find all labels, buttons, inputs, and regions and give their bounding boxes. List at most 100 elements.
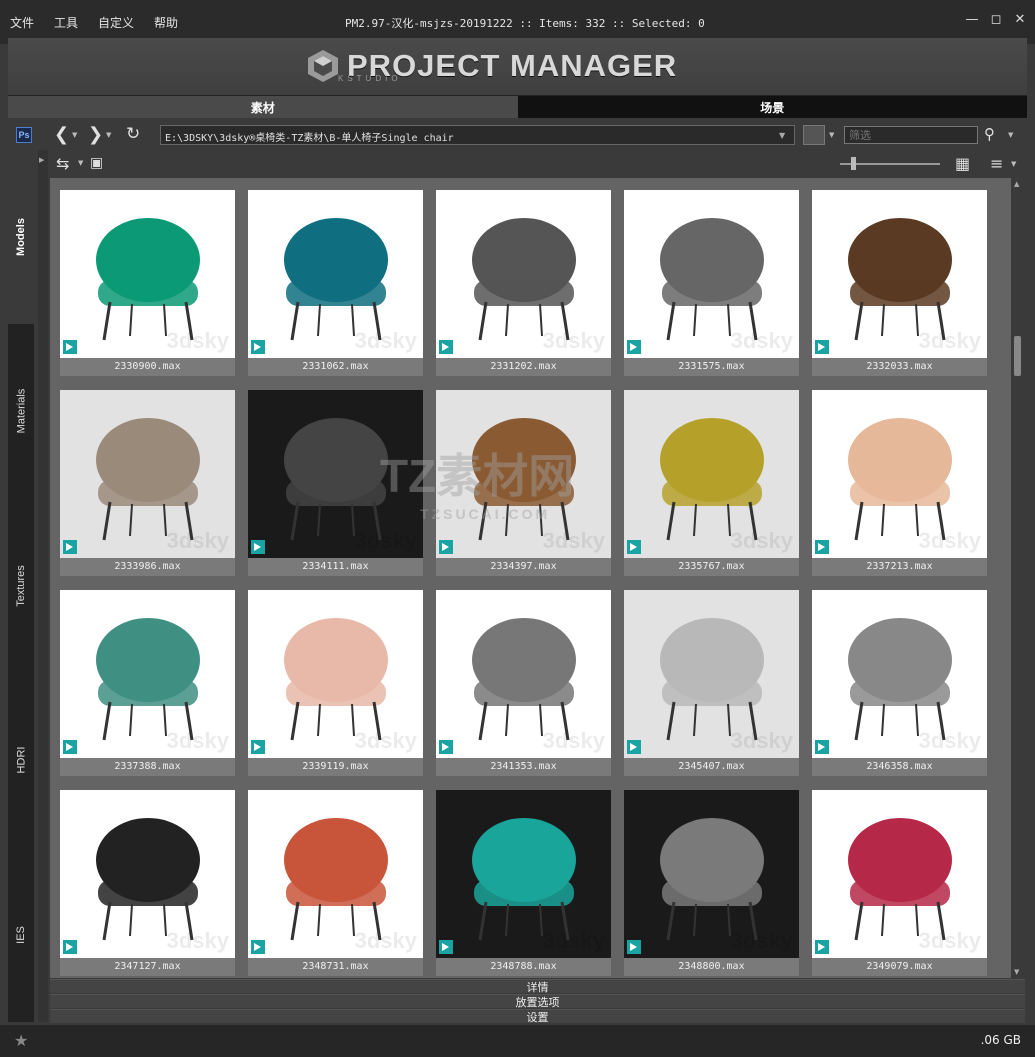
asset-card[interactable]: 3dsky 2341353.max [436,590,611,776]
tab-assets[interactable]: 素材 [8,96,518,118]
menu-help[interactable]: 帮助 [154,14,178,31]
asset-thumbnail[interactable]: 3dsky [436,790,611,958]
box-icon[interactable]: ▣ [90,155,103,171]
thumbnail-watermark: 3dsky [166,928,229,953]
sort-icon[interactable]: ≡ [990,154,1003,173]
asset-thumbnail[interactable]: 3dsky [812,590,987,758]
asset-thumbnail[interactable]: 3dsky [624,390,799,558]
asset-thumbnail[interactable]: 3dsky [60,590,235,758]
asset-card[interactable]: 3dsky 2346358.max [812,590,987,776]
asset-thumbnail[interactable]: 3dsky [248,790,423,958]
asset-card[interactable]: 3dsky 2348788.max [436,790,611,976]
minimize-icon[interactable]: — [965,12,979,27]
filter-options-icon[interactable] [803,125,825,145]
scroll-up-icon[interactable]: ▲ [1014,180,1019,188]
asset-thumbnail[interactable]: 3dsky [624,590,799,758]
asset-thumbnail[interactable]: 3dsky [436,590,611,758]
sidebar-item-textures[interactable]: Textures [8,498,34,673]
panel-details[interactable]: 详情 [50,979,1025,994]
scroll-down-icon[interactable]: ▼ [1014,968,1019,976]
asset-thumbnail[interactable]: 3dsky [60,790,235,958]
asset-card[interactable]: 3dsky 2334397.max [436,390,611,576]
thumbnail-watermark: 3dsky [354,928,417,953]
scrollbar-thumb[interactable] [1014,336,1021,376]
asset-card[interactable]: 3dsky 2339119.max [248,590,423,776]
search-icon[interactable]: ⚲ [984,125,995,143]
asset-thumbnail[interactable]: 3dsky [812,390,987,558]
path-input[interactable]: E:\3DSKY\3dsky®桌椅类-TZ素材\B-单人椅子Single cha… [160,125,795,145]
thumb-size-slider-handle[interactable] [851,157,856,170]
panel-placement-options[interactable]: 放置选项 [50,994,1025,1009]
menu-file[interactable]: 文件 [10,14,34,31]
sort-dropdown-icon[interactable]: ▼ [1011,160,1016,168]
asset-card[interactable]: 3dsky 2348731.max [248,790,423,976]
sidebar-item-hdri[interactable]: HDRI [8,675,34,845]
asset-card[interactable]: 3dsky 2331575.max [624,190,799,376]
sidebar-item-materials[interactable]: Materials [8,326,34,496]
forward-dropdown-icon[interactable]: ▼ [106,131,111,139]
sync-dropdown-icon[interactable]: ▼ [78,159,83,167]
asset-card[interactable]: 3dsky 2333986.max [60,390,235,576]
asset-thumbnail[interactable]: 3dsky [248,590,423,758]
sidebar-item-models[interactable]: Models [8,150,34,324]
max-file-icon [63,940,77,954]
filter-dropdown-icon[interactable]: ▼ [829,131,834,139]
sidebar-item-ies[interactable]: IES [8,847,34,1022]
asset-card[interactable]: 3dsky 2337388.max [60,590,235,776]
menu-tools[interactable]: 工具 [54,14,78,31]
asset-filename: 2331062.max [302,361,369,372]
close-icon[interactable]: ✕ [1013,12,1027,27]
asset-filename: 2346358.max [866,761,933,772]
asset-card[interactable]: 3dsky 2345407.max [624,590,799,776]
asset-thumbnail[interactable]: 3dsky [248,190,423,358]
thumbnail-watermark: 3dsky [730,728,793,753]
max-file-icon [251,340,265,354]
asset-thumbnail[interactable]: 3dsky [812,190,987,358]
max-file-icon [63,740,77,754]
asset-filename: 2345407.max [678,761,745,772]
asset-filename: 2348800.max [678,961,745,972]
asset-card[interactable]: 3dsky 2334111.max [248,390,423,576]
vertical-scrollbar[interactable]: ▲ ▼ [1011,178,1025,978]
asset-thumbnail[interactable]: 3dsky [812,790,987,958]
asset-thumbnail[interactable]: 3dsky [436,190,611,358]
asset-filename: 2334111.max [302,561,369,572]
refresh-icon[interactable]: ↻ [126,124,140,144]
status-bar: ★ .06 GB [0,1025,1035,1057]
address-bar: Ps ❮ ▼ ❯ ▼ ↻ E:\3DSKY\3dsky®桌椅类-TZ素材\B-单… [8,120,1027,150]
asset-card[interactable]: 3dsky 2332033.max [812,190,987,376]
asset-filename: 2331202.max [490,361,557,372]
maximize-icon[interactable]: ◻ [989,12,1003,27]
filter-input[interactable] [844,126,978,144]
asset-card[interactable]: 3dsky 2337213.max [812,390,987,576]
forward-icon[interactable]: ❯ [88,124,103,145]
asset-card[interactable]: 3dsky 2335767.max [624,390,799,576]
thumbnail-watermark: 3dsky [166,528,229,553]
path-dropdown-icon[interactable]: ▼ [779,131,785,140]
asset-thumbnail[interactable]: 3dsky [624,190,799,358]
favorite-star-icon[interactable]: ★ [14,1031,28,1050]
asset-card[interactable]: 3dsky 2348800.max [624,790,799,976]
asset-thumbnail[interactable]: 3dsky [248,390,423,558]
asset-card[interactable]: 3dsky 2349079.max [812,790,987,976]
tab-scenes[interactable]: 场景 [517,96,1027,118]
asset-card[interactable]: 3dsky 2331202.max [436,190,611,376]
grid-view-icon[interactable]: ▦ [955,154,970,173]
menu-customize[interactable]: 自定义 [98,14,134,31]
sidebar-splitter[interactable]: ▶ [38,150,48,1022]
asset-card[interactable]: 3dsky 2331062.max [248,190,423,376]
asset-card[interactable]: 3dsky 2347127.max [60,790,235,976]
photoshop-icon[interactable]: Ps [16,127,32,143]
panel-settings[interactable]: 设置 [50,1009,1025,1024]
back-dropdown-icon[interactable]: ▼ [72,131,77,139]
asset-thumbnail[interactable]: 3dsky [60,190,235,358]
asset-thumbnail[interactable]: 3dsky [436,390,611,558]
back-icon[interactable]: ❮ [54,124,69,145]
sync-icon[interactable]: ⇆ [56,154,69,173]
asset-card[interactable]: 3dsky 2330900.max [60,190,235,376]
asset-thumbnail[interactable]: 3dsky [624,790,799,958]
expand-arrow-icon[interactable]: ▶ [39,156,44,164]
asset-thumbnail[interactable]: 3dsky [60,390,235,558]
search-dropdown-icon[interactable]: ▼ [1008,131,1013,139]
asset-filename: 2348731.max [302,961,369,972]
